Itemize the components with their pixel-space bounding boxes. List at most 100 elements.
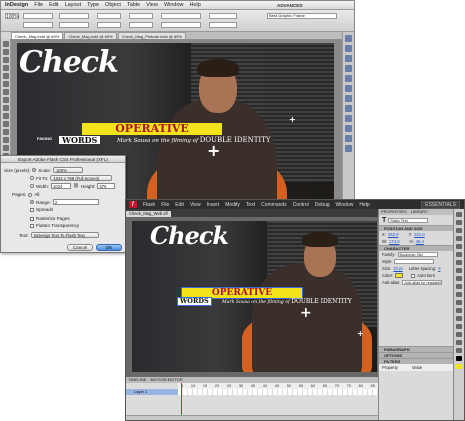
- h-value[interactable]: 46.4: [416, 239, 424, 244]
- all-pages-radio[interactable]: [28, 192, 33, 197]
- menu-window[interactable]: Window: [164, 2, 184, 8]
- fl-menu-insert[interactable]: Insert: [207, 202, 220, 208]
- fl-line-tool-icon[interactable]: [456, 268, 462, 273]
- fl-lasso-tool-icon[interactable]: [456, 244, 462, 249]
- doc-tab-1[interactable]: Check_Mag.indd @ 69%: [11, 32, 64, 39]
- workspace-switcher[interactable]: ADVANCED: [277, 3, 303, 8]
- fl-selection-tool-icon[interactable]: [456, 212, 462, 217]
- stroke-weight-field[interactable]: [209, 13, 237, 19]
- stroke-panel-icon[interactable]: [345, 65, 352, 72]
- width-radio[interactable]: [30, 184, 34, 188]
- character-styles-panel-icon[interactable]: [345, 115, 352, 122]
- gradient-panel-icon[interactable]: [345, 85, 352, 92]
- doc-tab-3[interactable]: Check_Mag_Prelude.indd @ 69%: [117, 32, 186, 39]
- type-tool-icon[interactable]: [2, 65, 9, 71]
- fl-fill-color-icon[interactable]: [456, 364, 462, 369]
- fl-menu-debug[interactable]: Debug: [315, 202, 330, 208]
- flatten-checkbox[interactable]: [30, 223, 34, 228]
- fl-menu-help[interactable]: Help: [359, 202, 369, 208]
- text-color-swatch[interactable]: [395, 273, 404, 278]
- spreads-checkbox[interactable]: [30, 207, 34, 212]
- y-value[interactable]: 221.0: [414, 232, 424, 237]
- scale-x-field[interactable]: [97, 13, 121, 19]
- flash-stage[interactable]: Check OPERATIVE WORDS Mark Sousa on the …: [132, 221, 377, 372]
- fl-menu-file[interactable]: File: [161, 202, 169, 208]
- menu-edit[interactable]: Edit: [49, 2, 58, 8]
- opacity-field[interactable]: [209, 22, 237, 28]
- fl-menu-view[interactable]: View: [190, 202, 201, 208]
- note-tool-icon[interactable]: [2, 137, 9, 143]
- rotate-field[interactable]: [129, 13, 153, 19]
- line-tool-icon[interactable]: [2, 89, 9, 95]
- stroke-swatch[interactable]: [161, 22, 201, 28]
- workspace-switcher-flash[interactable]: ESSENTIALS: [421, 200, 460, 209]
- scale-y-field[interactable]: [97, 22, 121, 28]
- w-value[interactable]: 174.0: [389, 239, 399, 244]
- y-field[interactable]: [23, 22, 53, 28]
- fl-deco-tool-icon[interactable]: [456, 300, 462, 305]
- fl-text-tool-icon[interactable]: [456, 260, 462, 265]
- fl-pen-tool-icon[interactable]: [456, 252, 462, 257]
- rectangle-frame-tool-icon[interactable]: [2, 97, 9, 103]
- range-field[interactable]: 2: [52, 199, 99, 205]
- layer-row[interactable]: Layer 1: [126, 389, 178, 395]
- menu-object[interactable]: Object: [105, 2, 121, 8]
- cancel-button[interactable]: Cancel: [67, 244, 93, 251]
- rasterize-checkbox[interactable]: [30, 216, 34, 221]
- fl-free-transform-tool-icon[interactable]: [456, 228, 462, 233]
- ok-button[interactable]: OK: [96, 244, 122, 251]
- menu-view[interactable]: View: [146, 2, 158, 8]
- menu-table[interactable]: Table: [127, 2, 140, 8]
- style-select[interactable]: [394, 259, 435, 264]
- pages-panel-icon[interactable]: [345, 35, 352, 42]
- menu-indesign[interactable]: InDesign: [5, 2, 28, 8]
- pen-tool-icon[interactable]: [2, 73, 9, 79]
- scissors-tool-icon[interactable]: [2, 113, 9, 119]
- table-panel-icon[interactable]: [345, 145, 352, 152]
- x-value[interactable]: 262.0: [388, 232, 398, 237]
- rectangle-tool-icon[interactable]: [2, 105, 9, 111]
- fl-brush-tool-icon[interactable]: [456, 292, 462, 297]
- fl-paint-bucket-tool-icon[interactable]: [456, 316, 462, 321]
- zoom-field[interactable]: 100%: [5, 13, 19, 20]
- flash-headline-words[interactable]: WORDS: [177, 297, 212, 306]
- object-style-select[interactable]: Best Graphic Frame: [267, 13, 337, 19]
- text-select[interactable]: InDesign Text To Flash Text: [30, 232, 99, 238]
- x-field[interactable]: [23, 13, 53, 19]
- free-transform-tool-icon[interactable]: [2, 121, 9, 127]
- family-select[interactable]: Bookman Old: [397, 252, 438, 257]
- layer-frames[interactable]: [178, 389, 378, 395]
- fl-subselection-tool-icon[interactable]: [456, 220, 462, 225]
- fill-swatch[interactable]: [161, 13, 201, 19]
- scale-radio[interactable]: [32, 168, 37, 172]
- object-styles-panel-icon[interactable]: [345, 135, 352, 142]
- auto-kern-checkbox[interactable]: [411, 273, 416, 278]
- page-tool-icon[interactable]: [2, 57, 9, 63]
- fl-menu-commands[interactable]: Commands: [261, 202, 287, 208]
- fl-eraser-tool-icon[interactable]: [456, 332, 462, 337]
- eyedropper-tool-icon[interactable]: [2, 145, 9, 151]
- fl-menu-flash[interactable]: Flash: [143, 202, 155, 208]
- fit-select[interactable]: 1024 x 768 (Full Screen): [50, 175, 113, 181]
- selection-tool-icon[interactable]: [2, 41, 9, 47]
- menu-layout[interactable]: Layout: [65, 2, 82, 8]
- fl-pencil-tool-icon[interactable]: [456, 284, 462, 289]
- antialias-select[interactable]: Anti-alias for readability: [402, 280, 443, 285]
- paragraph-styles-panel-icon[interactable]: [345, 125, 352, 132]
- pencil-tool-icon[interactable]: [2, 81, 9, 87]
- menu-type[interactable]: Type: [87, 2, 99, 8]
- library-tab[interactable]: LIBRARY: [411, 209, 428, 215]
- timeline-tab[interactable]: TIMELINE: [128, 377, 146, 383]
- fl-menu-window[interactable]: Window: [336, 202, 354, 208]
- fl-bone-tool-icon[interactable]: [456, 308, 462, 313]
- menu-help[interactable]: Help: [190, 2, 201, 8]
- range-radio[interactable]: [30, 200, 34, 204]
- fl-zoom-tool-icon[interactable]: [456, 348, 462, 353]
- fit-radio[interactable]: [30, 176, 34, 180]
- links-panel-icon[interactable]: [345, 55, 352, 62]
- layers-panel-icon[interactable]: [345, 45, 352, 52]
- height-field[interactable]: 576: [97, 183, 116, 189]
- doc-tab-2[interactable]: Check_Mag.indd @ 69%: [64, 32, 117, 39]
- fl-rectangle-tool-icon[interactable]: [456, 276, 462, 281]
- w-field[interactable]: [59, 13, 89, 19]
